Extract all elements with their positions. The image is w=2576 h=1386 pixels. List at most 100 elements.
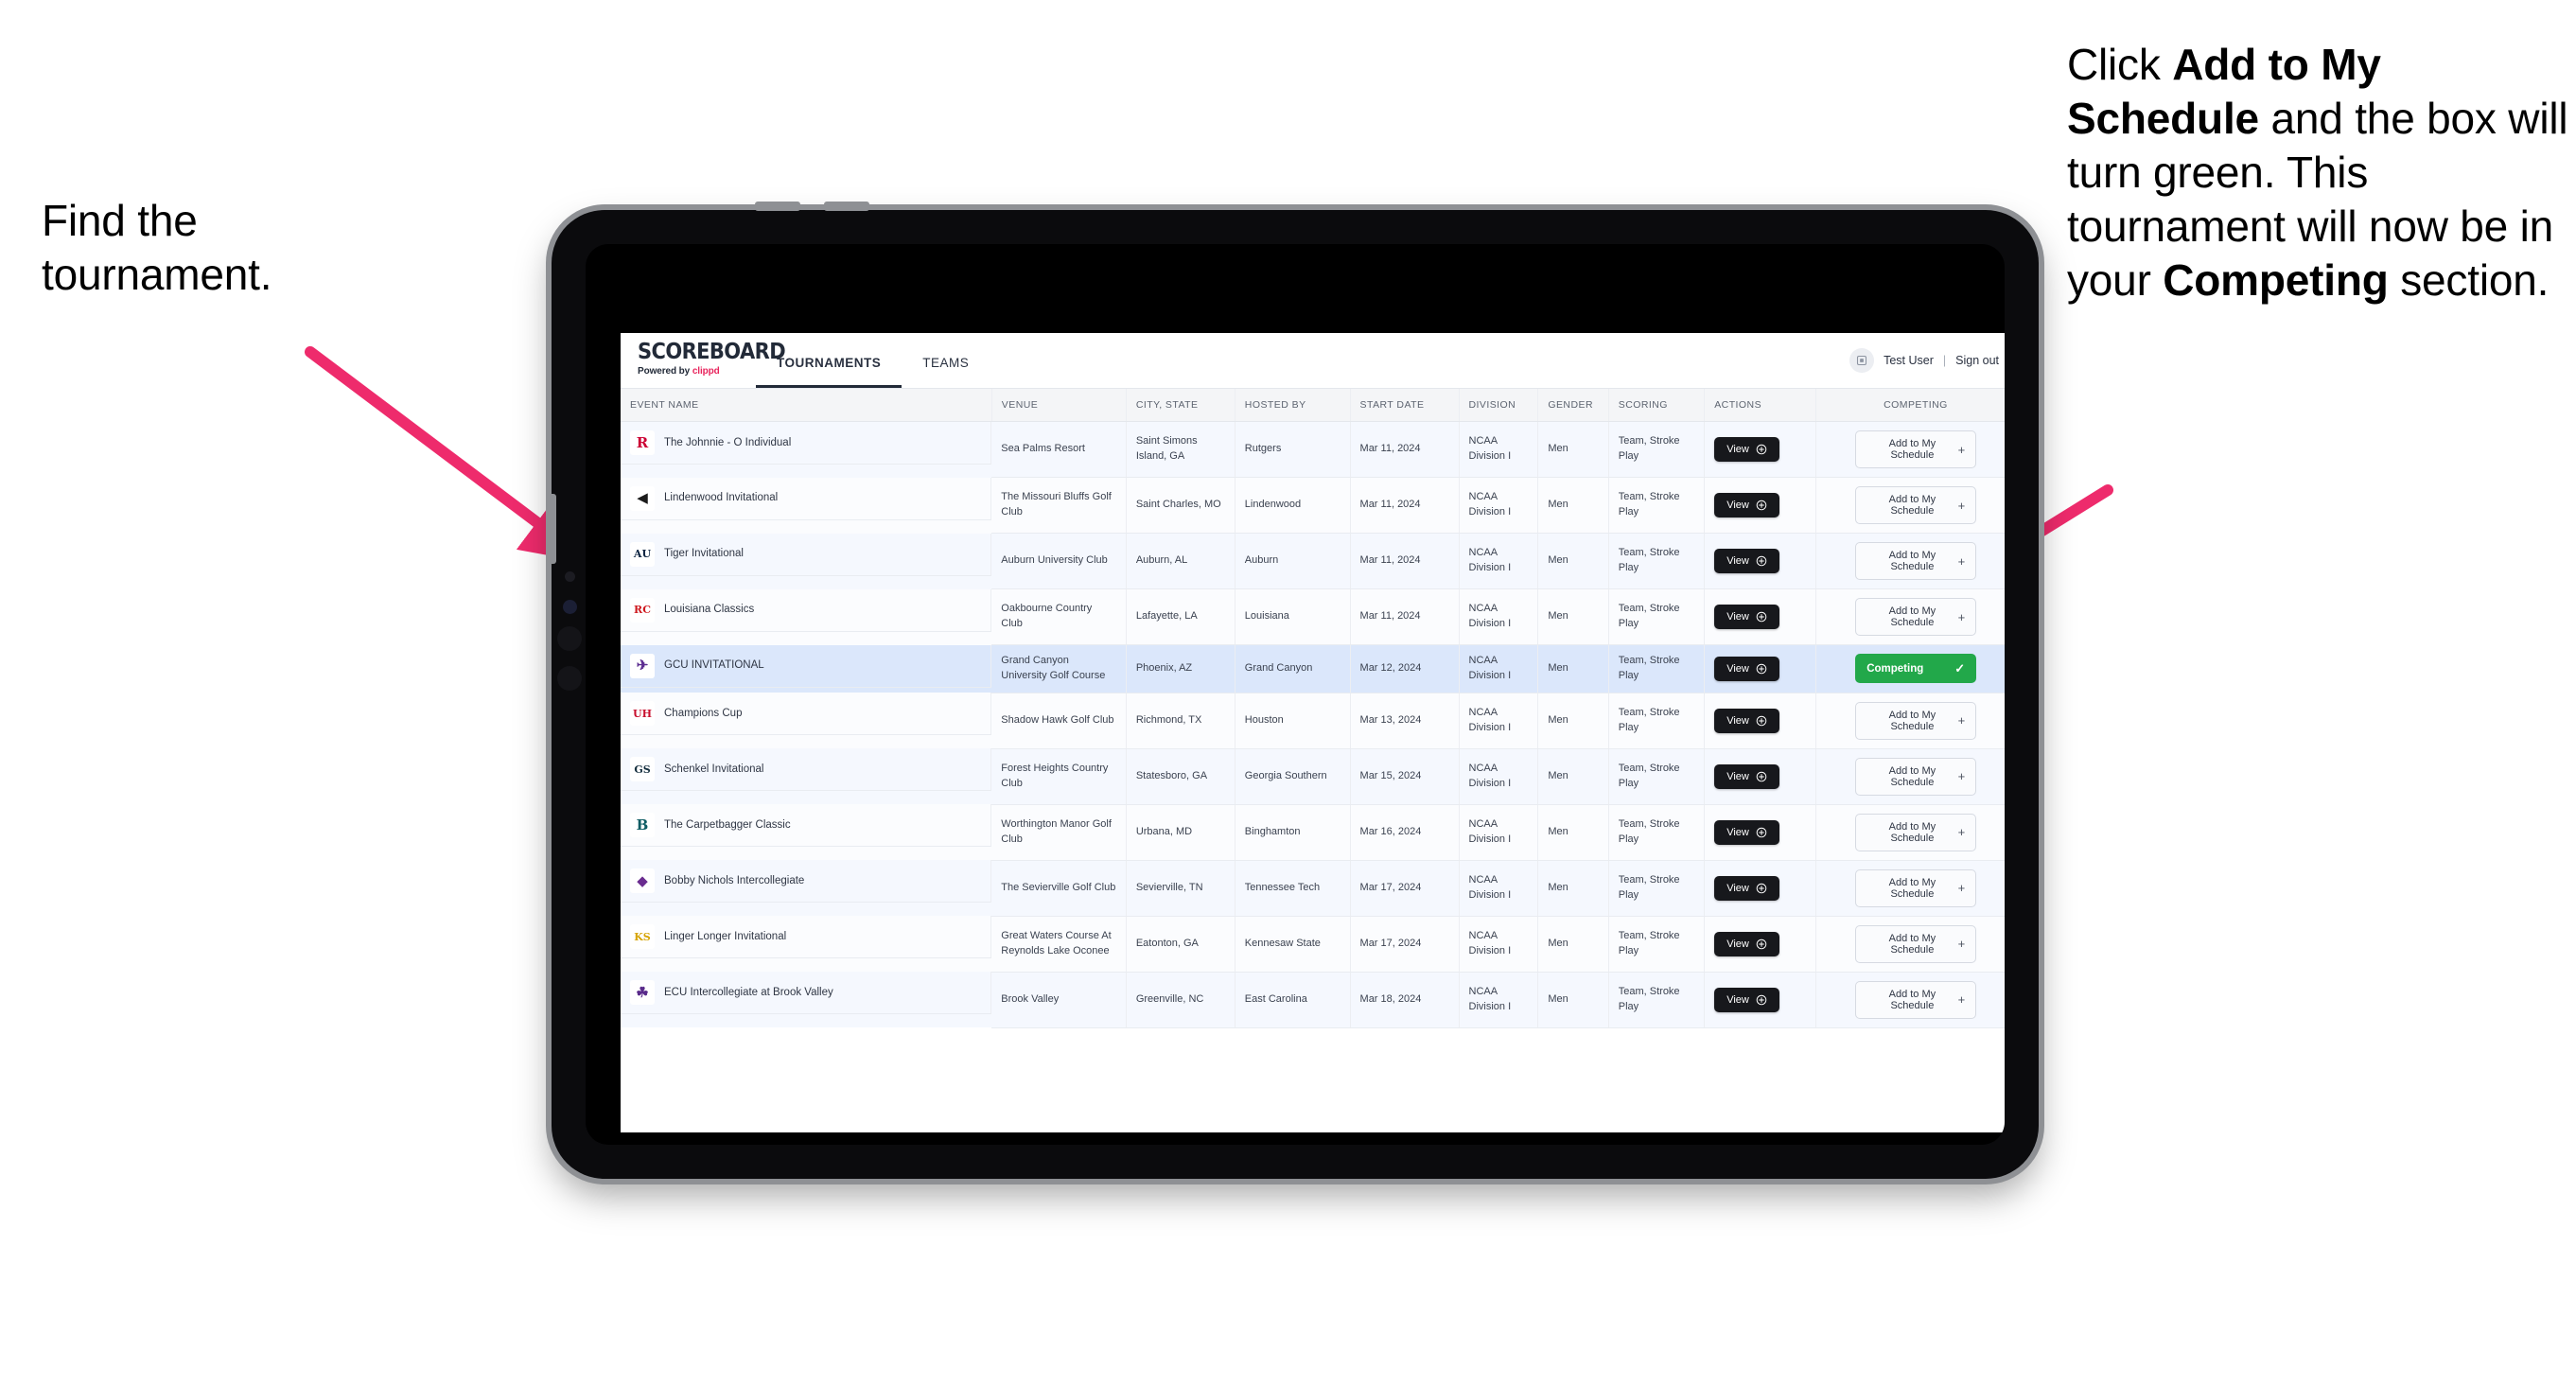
volume-button[interactable]: [824, 202, 869, 211]
plus-circle-icon: [1756, 771, 1767, 782]
col-city-state[interactable]: CITY, STATE: [1126, 389, 1235, 422]
add-to-my-schedule-button[interactable]: Add to My Schedule +: [1855, 868, 1977, 907]
view-button[interactable]: View: [1714, 931, 1779, 956]
table-row[interactable]: ◆ Bobby Nichols Intercollegiate The Sevier…: [621, 860, 2005, 917]
cell-hosted-by: Georgia Southern: [1235, 748, 1351, 805]
table-row[interactable]: KS Linger Longer Invitational Great Waters…: [621, 916, 2005, 973]
add-to-my-schedule-button[interactable]: Add to My Schedule +: [1855, 701, 1977, 740]
callout-line: tournament.: [42, 250, 272, 300]
cell-event-name: UH Champions Cup: [621, 693, 992, 736]
col-event-name[interactable]: EVENT NAME: [621, 389, 992, 422]
view-button[interactable]: View: [1714, 763, 1779, 789]
add-to-my-schedule-button[interactable]: Add to My Schedule +: [1855, 542, 1977, 580]
view-button-label: View: [1726, 938, 1749, 950]
cell-hosted-by: Grand Canyon: [1235, 644, 1351, 693]
cell-venue: Forest Heights Country Club: [991, 748, 1127, 805]
speaker-hole-icon: [557, 626, 582, 651]
sign-out-link[interactable]: Sign out: [1955, 354, 1999, 367]
competing-button[interactable]: Competing ✓: [1855, 654, 1977, 684]
cell-division: NCAA Division I: [1459, 916, 1539, 973]
view-button[interactable]: View: [1714, 875, 1779, 901]
user-avatar-icon[interactable]: [1849, 348, 1875, 373]
add-to-my-schedule-button[interactable]: Add to My Schedule +: [1855, 486, 1977, 524]
cell-venue: The Missouri Bluffs Golf Club: [991, 477, 1127, 534]
table-row[interactable]: B The Carpetbagger Classic Worthington Man…: [621, 804, 2005, 861]
auburn-logo: AU: [630, 541, 655, 567]
table-row[interactable]: ✈ GCU INVITATIONAL Grand Canyon University…: [621, 644, 2005, 693]
brand-logo[interactable]: SCOREBOARD Powered by clippd: [621, 333, 786, 388]
power-button[interactable]: [755, 202, 800, 211]
table-row[interactable]: RC Louisiana Classics Oakbourne Country Cl…: [621, 588, 2005, 645]
add-to-my-schedule-button[interactable]: Add to My Schedule +: [1855, 598, 1977, 636]
add-to-my-schedule-label: Add to My Schedule: [1888, 820, 1936, 844]
header-username: Test User: [1884, 354, 1934, 367]
cell-division: NCAA Division I: [1459, 748, 1539, 805]
cell-city-state: Urbana, MD: [1126, 804, 1235, 861]
cell-start-date: Mar 15, 2024: [1350, 748, 1460, 805]
col-actions[interactable]: ACTIONS: [1704, 389, 1816, 422]
cell-gender: Men: [1537, 693, 1609, 749]
col-gender[interactable]: GENDER: [1537, 389, 1609, 422]
view-button-label: View: [1726, 993, 1749, 1006]
add-to-my-schedule-button[interactable]: Add to My Schedule +: [1855, 980, 1977, 1019]
table-header-row: EVENT NAME VENUE CITY, STATE HOSTED BY S…: [621, 389, 2005, 422]
tennessee-tech-golden-eagles-logo: ◆: [630, 868, 655, 894]
cell-start-date: Mar 12, 2024: [1350, 644, 1460, 693]
col-scoring[interactable]: SCORING: [1608, 389, 1706, 422]
cell-event-name: R The Johnnie - O Individual: [621, 422, 992, 465]
cell-actions: View: [1704, 644, 1816, 693]
cell-venue: Brook Valley: [991, 972, 1127, 1028]
view-button[interactable]: View: [1714, 437, 1779, 462]
cell-division: NCAA Division I: [1459, 860, 1539, 917]
add-to-my-schedule-button[interactable]: Add to My Schedule +: [1855, 924, 1977, 963]
table-row[interactable]: R The Johnnie - O Individual Sea Palms Res…: [621, 421, 2005, 478]
event-name-text: The Carpetbagger Classic: [664, 819, 791, 832]
cell-start-date: Mar 11, 2024: [1350, 421, 1460, 478]
table-row[interactable]: ◀ Lindenwood Invitational The Missouri Blu…: [621, 477, 2005, 534]
col-division[interactable]: DIVISION: [1459, 389, 1539, 422]
tab-tournaments-label: TOURNAMENTS: [777, 356, 882, 370]
cell-event-name: ✈ GCU INVITATIONAL: [621, 644, 992, 688]
cell-hosted-by: Binghamton: [1235, 804, 1351, 861]
camera-lens-icon: [563, 600, 577, 614]
view-button[interactable]: View: [1714, 819, 1779, 845]
grand-canyon-lopes-logo: ✈: [630, 653, 655, 678]
cell-event-name: AU Tiger Invitational: [621, 533, 992, 576]
col-competing[interactable]: COMPETING: [1815, 389, 2005, 422]
add-to-my-schedule-label: Add to My Schedule: [1888, 494, 1936, 517]
view-button[interactable]: View: [1714, 493, 1779, 518]
col-hosted-by[interactable]: HOSTED BY: [1235, 389, 1351, 422]
view-button[interactable]: View: [1714, 987, 1779, 1012]
cell-competing: Add to My Schedule +: [1815, 533, 2005, 589]
add-to-my-schedule-button[interactable]: Add to My Schedule +: [1855, 813, 1977, 851]
col-venue[interactable]: VENUE: [991, 389, 1127, 422]
col-start-date[interactable]: START DATE: [1350, 389, 1460, 422]
table-row[interactable]: GS Schenkel Invitational Forest Heights Co…: [621, 748, 2005, 805]
side-connector: [549, 494, 556, 564]
view-button[interactable]: View: [1714, 708, 1779, 733]
speaker-hole-icon: [557, 666, 582, 691]
cell-actions: View: [1704, 860, 1816, 917]
table-row[interactable]: UH Champions Cup Shadow Hawk Golf Club Rich…: [621, 693, 2005, 749]
cell-event-name: B The Carpetbagger Classic: [621, 804, 992, 848]
view-button-label: View: [1726, 500, 1749, 511]
view-button[interactable]: View: [1714, 549, 1779, 573]
cell-actions: View: [1704, 588, 1816, 645]
table-row[interactable]: AU Tiger Invitational Auburn University Cl…: [621, 533, 2005, 589]
tab-teams[interactable]: TEAMS: [902, 341, 990, 388]
event-name-text: Champions Cup: [664, 708, 743, 720]
plus-circle-icon: [1756, 500, 1767, 511]
cell-actions: View: [1704, 693, 1816, 749]
view-button-label: View: [1726, 444, 1749, 455]
table-row[interactable]: ☘ ECU Intercollegiate at Brook Valley Broo…: [621, 972, 2005, 1028]
plus-circle-icon: [1756, 611, 1767, 623]
add-to-my-schedule-button[interactable]: Add to My Schedule +: [1855, 430, 1977, 468]
lindenwood-logo: ◀: [630, 485, 655, 511]
add-to-my-schedule-button[interactable]: Add to My Schedule +: [1855, 757, 1977, 796]
app-header: SCOREBOARD Powered by clippd TOURNAMENTS…: [621, 333, 2005, 389]
cell-city-state: Saint Charles, MO: [1126, 477, 1235, 534]
powered-by-text: Powered by: [638, 366, 692, 377]
cell-city-state: Eatonton, GA: [1126, 916, 1235, 973]
view-button[interactable]: View: [1714, 656, 1779, 681]
view-button[interactable]: View: [1714, 605, 1779, 629]
